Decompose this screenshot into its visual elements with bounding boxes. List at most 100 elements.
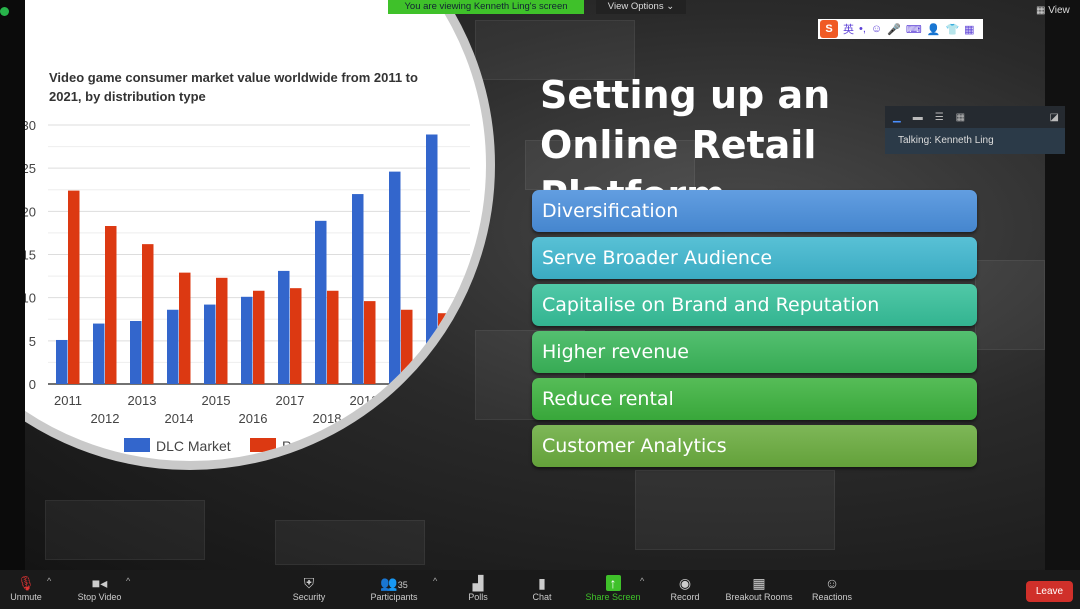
security-button[interactable]: ⛨ Security bbox=[289, 574, 329, 602]
shield-icon: ⛨ bbox=[303, 575, 315, 591]
toolbox-icon[interactable]: ▦ bbox=[964, 23, 974, 36]
meeting-toolbar: 🎙 Unmute ^ ■◂ Stop Video ^ ⛨ Security 👥35 Pa… bbox=[0, 570, 1080, 609]
share-screen-button[interactable]: ↑ Share Screen bbox=[582, 574, 644, 602]
record-button[interactable]: ◉ Record bbox=[665, 574, 705, 602]
bar-dlc-market bbox=[315, 220, 327, 384]
skin-icon[interactable]: 👕 bbox=[945, 23, 959, 36]
record-icon: ◉ bbox=[678, 575, 692, 591]
bar-packaged bbox=[105, 226, 117, 384]
bullet-item: Serve Broader Audience bbox=[532, 237, 977, 279]
x-tick-label: 2017 bbox=[276, 393, 305, 408]
user-icon[interactable]: 👤 bbox=[927, 23, 941, 36]
legend-label: DLC Market bbox=[156, 438, 231, 454]
ime-toolbar[interactable]: S 英 •, ☺ 🎤 ⌨ 👤 👕 ▦ bbox=[818, 19, 983, 39]
muted-mic-icon: 🎙 bbox=[17, 575, 35, 591]
stop-video-button[interactable]: ■◂ Stop Video bbox=[72, 574, 127, 602]
participants-caret[interactable]: ^ bbox=[433, 576, 437, 586]
chart-title-line1: Video game consumer market value worldwi… bbox=[49, 70, 418, 85]
emoji-icon[interactable]: ☺ bbox=[871, 23, 882, 35]
chart-title-line2: 2021, by distribution type bbox=[49, 89, 206, 104]
security-shield-icon bbox=[0, 7, 9, 16]
bar-dlc-market bbox=[167, 309, 179, 384]
x-tick-label: 2019 bbox=[350, 393, 379, 408]
unmute-button[interactable]: 🎙 Unmute bbox=[6, 574, 46, 602]
x-tick-label: 2016 bbox=[239, 411, 268, 426]
video-options-caret[interactable]: ^ bbox=[126, 576, 130, 586]
bullet-item: Capitalise on Brand and Reputation bbox=[532, 284, 977, 326]
bar-dlc-market bbox=[426, 134, 438, 384]
bar-dlc-market bbox=[130, 320, 142, 384]
x-tick-label: 2021 bbox=[424, 393, 453, 408]
keyboard-icon[interactable]: ⌨ bbox=[906, 23, 922, 36]
y-tick-label: 30 bbox=[25, 118, 36, 133]
gallery-layout-icon[interactable]: ▦ bbox=[956, 112, 965, 123]
y-tick-label: 15 bbox=[25, 248, 36, 263]
sogou-logo-icon: S bbox=[820, 20, 838, 38]
audio-options-caret[interactable]: ^ bbox=[47, 576, 51, 586]
participants-icon: 👥35 bbox=[380, 575, 408, 591]
talking-indicator: Talking: Kenneth Ling bbox=[885, 128, 1065, 154]
chat-bubble-icon: ▮ bbox=[538, 575, 546, 591]
share-arrow-icon: ↑ bbox=[582, 574, 644, 592]
bullet-item: Higher revenue bbox=[532, 331, 977, 373]
view-options-button[interactable]: View Options ⌄ bbox=[596, 0, 686, 14]
bar-packaged bbox=[327, 290, 339, 384]
x-tick-label: 2012 bbox=[91, 411, 120, 426]
bullet-item: Customer Analytics bbox=[532, 425, 977, 467]
x-tick-label: 2015 bbox=[202, 393, 231, 408]
bar-packaged bbox=[401, 309, 413, 384]
x-tick-label: 2013 bbox=[128, 393, 157, 408]
single-layout-icon[interactable]: ▬ bbox=[913, 112, 923, 123]
punctuation-icon[interactable]: •, bbox=[859, 23, 866, 35]
bullet-item: Reduce rental bbox=[532, 378, 977, 420]
right-strip bbox=[1045, 0, 1080, 570]
participants-button[interactable]: 👥35 Participants bbox=[366, 574, 422, 602]
bar-dlc-market bbox=[278, 270, 290, 384]
bar-dlc-market bbox=[204, 304, 216, 384]
bar-dlc-market bbox=[389, 171, 401, 384]
reaction-smiley-icon: ☺ bbox=[824, 575, 840, 591]
breakout-grid-icon: ▦ bbox=[752, 575, 766, 591]
bar-dlc-market bbox=[56, 339, 68, 384]
bullet-item: Diversification bbox=[532, 190, 977, 232]
left-strip bbox=[0, 0, 25, 570]
bar-packaged bbox=[253, 290, 265, 384]
bar-packaged bbox=[364, 301, 376, 384]
y-tick-label: 5 bbox=[29, 334, 36, 349]
legend-swatch bbox=[124, 438, 150, 452]
bar-packaged bbox=[68, 190, 80, 384]
grid-icon: ▦ bbox=[1036, 5, 1049, 16]
bar-packaged bbox=[179, 272, 191, 384]
speaker-panel: ▁ ▬ ☰ ▦ ◪ Talking: Kenneth Ling bbox=[885, 106, 1065, 154]
x-tick-label: 2020 bbox=[387, 411, 416, 426]
y-tick-label: 20 bbox=[25, 204, 36, 219]
bar-dlc-market bbox=[352, 194, 364, 384]
x-tick-label: 2018 bbox=[313, 411, 342, 426]
bar-dlc-market bbox=[93, 323, 105, 384]
stacked-layout-icon[interactable]: ☰ bbox=[935, 112, 944, 123]
legend-swatch bbox=[250, 438, 276, 452]
bar-packaged bbox=[216, 277, 228, 384]
language-toggle[interactable]: 英 bbox=[843, 21, 854, 37]
minimize-layout-icon[interactable]: ▁ bbox=[893, 112, 901, 123]
video-camera-icon: ■◂ bbox=[91, 575, 108, 591]
bar-packaged bbox=[290, 288, 302, 384]
view-button[interactable]: ▦ View bbox=[1036, 5, 1070, 16]
bar-dlc-market bbox=[241, 296, 253, 384]
chat-button[interactable]: ▮ Chat bbox=[526, 574, 558, 602]
reactions-button[interactable]: ☺ Reactions bbox=[808, 574, 856, 602]
leave-button[interactable]: Leave bbox=[1026, 581, 1073, 602]
y-tick-label: 0 bbox=[29, 377, 36, 392]
pip-icon[interactable]: ◪ bbox=[1050, 112, 1059, 123]
legend-label: Packaged bbox=[282, 438, 344, 454]
x-tick-label: 2011 bbox=[54, 393, 82, 408]
voice-icon[interactable]: 🎤 bbox=[887, 23, 901, 36]
breakout-rooms-button[interactable]: ▦ Breakout Rooms bbox=[722, 574, 796, 602]
bar-packaged bbox=[142, 244, 154, 384]
share-options-caret[interactable]: ^ bbox=[640, 576, 644, 586]
polls-button[interactable]: ▟ Polls bbox=[462, 574, 494, 602]
bar-packaged bbox=[438, 313, 450, 384]
viewing-banner: You are viewing Kenneth Ling's screen bbox=[388, 0, 584, 14]
polls-icon: ▟ bbox=[472, 575, 484, 591]
y-tick-label: 25 bbox=[25, 161, 36, 176]
